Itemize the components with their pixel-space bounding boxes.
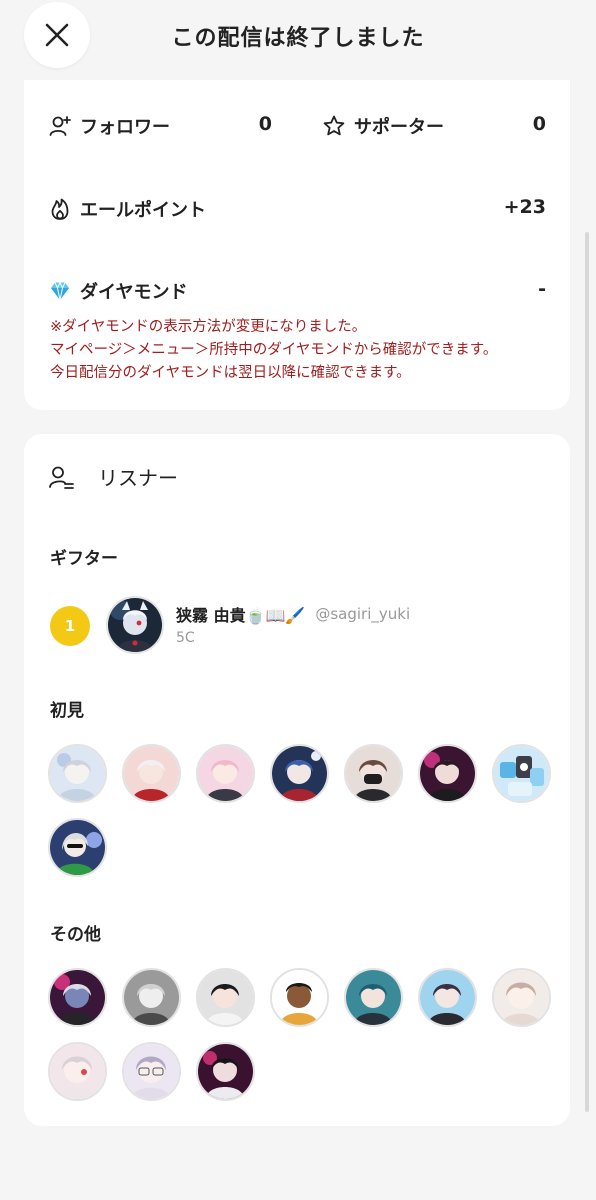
user-plus-icon (49, 116, 71, 136)
gifter-coins: 5C (176, 630, 195, 646)
stats-card: フォロワー 0 サポーター 0 エールポイント +23 ダイヤモンド - ※ダイ… (24, 80, 570, 410)
listener-avatar[interactable] (344, 968, 403, 1027)
page-title: この配信は終了しました (171, 26, 425, 51)
listener-avatar[interactable] (418, 744, 477, 803)
listener-avatar[interactable] (344, 744, 403, 803)
diamond-icon (51, 281, 69, 301)
notice-line: 今日配信分のダイヤモンドは翌日以降に確認できます。 (50, 365, 411, 381)
listeners-title: リスナー (98, 466, 178, 490)
first-timer-heading: 初見 (50, 701, 84, 721)
gifter-handle: @sagiri_yuki (315, 605, 411, 623)
listener-avatar[interactable] (492, 744, 551, 803)
supporters-value: 0 (532, 113, 546, 135)
diamond-stat: ダイヤモンド (48, 278, 187, 304)
header: この配信は終了しました (0, 0, 596, 70)
listener-avatar[interactable] (196, 968, 255, 1027)
listener-avatar[interactable] (48, 744, 107, 803)
followers-value: 0 (258, 113, 272, 135)
listener-avatar[interactable] (492, 968, 551, 1027)
listener-avatar[interactable] (418, 968, 477, 1027)
flame-icon (51, 198, 69, 220)
supporters-label: サポーター (354, 117, 444, 138)
gifter-heading: ギフター (50, 549, 118, 569)
user-list-icon (49, 466, 74, 489)
scrollbar[interactable] (585, 232, 589, 1112)
other-listener-avatars (48, 968, 558, 1101)
gifter-name-row: 狭霧 由貴🍵📖🖌️ @sagiri_yuki (176, 602, 410, 626)
diamond-value: - (538, 278, 546, 300)
listener-avatar[interactable] (122, 968, 181, 1027)
listener-avatar[interactable] (270, 968, 329, 1027)
gifter-avatar[interactable] (106, 596, 164, 654)
first-timer-avatars (48, 744, 558, 877)
supporters-stat: サポーター (322, 113, 444, 139)
gifter-name: 狭霧 由貴🍵📖🖌️ (176, 606, 306, 625)
listener-avatar[interactable] (48, 1042, 107, 1101)
listener-avatar[interactable] (196, 744, 255, 803)
yell-point-label: エールポイント (80, 200, 206, 221)
yell-point-value: +23 (503, 196, 546, 218)
followers-label: フォロワー (80, 117, 170, 138)
listener-avatar[interactable] (48, 968, 107, 1027)
followers-stat: フォロワー (48, 113, 170, 139)
diamond-label: ダイヤモンド (80, 282, 188, 303)
listeners-heading: リスナー (48, 462, 178, 491)
listener-avatar[interactable] (48, 818, 107, 877)
listener-avatar[interactable] (196, 1042, 255, 1101)
yell-point-stat: エールポイント (48, 196, 206, 222)
listeners-card: リスナー ギフター 1 狭霧 由貴🍵📖🖌️ @sagiri_yuki 5C 初見… (24, 434, 570, 1126)
notice-line: マイページ＞メニュー＞所持中のダイヤモンドから確認ができます。 (50, 342, 498, 358)
listener-avatar[interactable] (122, 744, 181, 803)
diamond-notice: ※ダイヤモンドの表示方法が変更になりました。 マイページ＞メニュー＞所持中のダイ… (50, 316, 497, 385)
rank-badge: 1 (50, 606, 90, 646)
listener-avatar[interactable] (270, 744, 329, 803)
notice-line: ※ダイヤモンドの表示方法が変更になりました。 (50, 319, 367, 335)
listener-avatar[interactable] (122, 1042, 181, 1101)
others-heading: その他 (50, 925, 101, 945)
star-icon (323, 115, 345, 136)
